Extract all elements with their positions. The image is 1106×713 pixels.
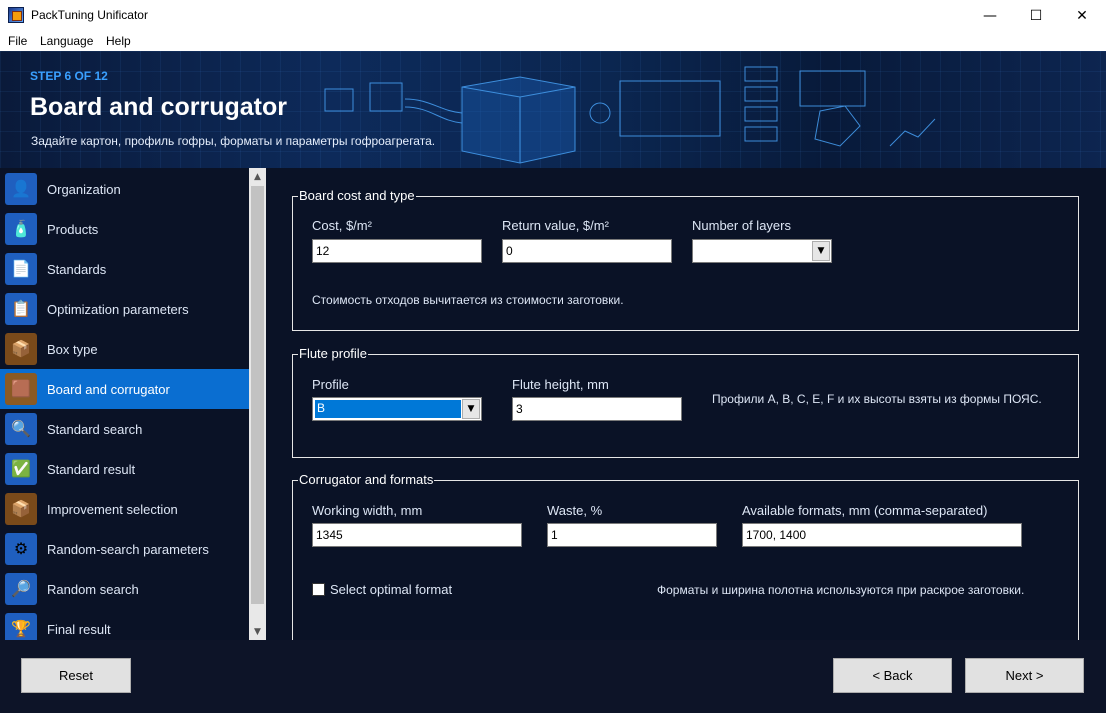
sidebar-item-label: Organization [47, 182, 121, 197]
waste-input[interactable]: 1 [547, 523, 717, 547]
sidebar-item-label: Standard result [47, 462, 136, 477]
profile-label: Profile [312, 377, 349, 392]
profile-select[interactable]: B ▼ [312, 397, 482, 421]
flute-height-input[interactable]: 3 [512, 397, 682, 421]
sidebar-item-products[interactable]: 🧴 Products [0, 209, 249, 249]
optimization-icon: 📋 [5, 293, 37, 325]
layers-select[interactable]: ▼ [692, 239, 832, 263]
menu-language[interactable]: Language [40, 34, 93, 48]
optimal-format-checkbox[interactable] [312, 583, 325, 596]
window-title: PackTuning Unificator [31, 8, 148, 22]
optimal-format-label[interactable]: Select optimal format [330, 582, 452, 597]
sidebar-item-label: Standard search [47, 422, 143, 437]
main-panel: Board cost and type Cost, $/m² 12 Return… [266, 168, 1106, 640]
board-icon: 🟫 [5, 373, 37, 405]
header-banner: STEP 6 OF 12 Board and corrugator Задайт… [0, 51, 1106, 168]
scroll-thumb[interactable] [251, 186, 264, 604]
working-width-input[interactable]: 1345 [312, 523, 522, 547]
sidebar-scrollbar[interactable]: ▲ ▼ [249, 168, 266, 640]
sidebar-item-standard-result[interactable]: ✅ Standard result [0, 449, 249, 489]
sidebar-item-label: Random-search parameters [47, 542, 209, 557]
sidebar-item-improvement[interactable]: 📦 Improvement selection [0, 489, 249, 529]
box-icon: 📦 [5, 333, 37, 365]
next-button[interactable]: Next > [965, 658, 1084, 693]
sidebar-item-label: Random search [47, 582, 139, 597]
back-button[interactable]: < Back [833, 658, 952, 693]
sidebar-item-final-result[interactable]: 🏆 Final result [0, 609, 249, 640]
working-width-label: Working width, mm [312, 503, 423, 518]
board-cost-note: Стоимость отходов вычитается из стоимост… [312, 293, 624, 307]
scroll-down-icon[interactable]: ▼ [249, 623, 266, 640]
flute-height-label: Flute height, mm [512, 377, 609, 392]
menu-file[interactable]: File [8, 34, 27, 48]
app-icon [8, 7, 24, 23]
return-value-input[interactable]: 0 [502, 239, 672, 263]
bottom-bar: Reset < Back Next > [0, 640, 1106, 713]
page-subtitle: Задайте картон, профиль гофры, форматы и… [31, 134, 436, 148]
flute-profile-group: Flute profile Profile B ▼ Flute height, … [292, 346, 1079, 458]
corrugator-note: Форматы и ширина полотна используются пр… [657, 583, 1025, 597]
layers-label: Number of layers [692, 218, 791, 233]
sidebar-item-label: Improvement selection [47, 502, 178, 517]
group-legend: Board cost and type [298, 188, 416, 203]
chevron-down-icon[interactable]: ▼ [812, 241, 830, 261]
maximize-button[interactable]: ☐ [1013, 0, 1059, 31]
close-button[interactable]: ✕ [1059, 0, 1105, 31]
board-cost-group: Board cost and type Cost, $/m² 12 Return… [292, 188, 1079, 331]
formats-input[interactable]: 1700, 1400 [742, 523, 1022, 547]
chevron-down-icon[interactable]: ▼ [462, 399, 480, 419]
sidebar-item-label: Products [47, 222, 99, 237]
improvement-icon: 📦 [5, 493, 37, 525]
products-icon: 🧴 [5, 213, 37, 245]
group-legend: Corrugator and formats [298, 472, 435, 487]
return-value-label: Return value, $/m² [502, 218, 609, 233]
corrugator-group: Corrugator and formats Working width, mm… [292, 472, 1079, 640]
sidebar-item-label: Final result [47, 622, 111, 637]
group-legend: Flute profile [298, 346, 368, 361]
sidebar-item-label: Standards [47, 262, 107, 277]
organization-icon: 👤 [5, 173, 37, 205]
step-indicator: STEP 6 OF 12 [30, 69, 108, 83]
menu-bar: File Language Help [0, 31, 1106, 51]
sidebar-item-standard-search[interactable]: 🔍 Standard search [0, 409, 249, 449]
trophy-icon: 🏆 [5, 613, 37, 640]
sidebar-item-optimization[interactable]: 📋 Optimization parameters [0, 289, 249, 329]
waste-label: Waste, % [547, 503, 603, 518]
menu-help[interactable]: Help [106, 34, 131, 48]
sidebar-item-box-type[interactable]: 📦 Box type [0, 329, 249, 369]
result-icon: ✅ [5, 453, 37, 485]
cost-input[interactable]: 12 [312, 239, 482, 263]
random-params-icon: ⚙ [5, 533, 37, 565]
search-icon: 🔍 [5, 413, 37, 445]
sidebar: 👤 Organization 🧴 Products 📄 Standards 📋 … [0, 168, 249, 640]
sidebar-item-label: Board and corrugator [47, 382, 170, 397]
formats-label: Available formats, mm (comma-separated) [742, 503, 988, 518]
minimize-button[interactable]: — [967, 0, 1013, 31]
cost-label: Cost, $/m² [312, 218, 372, 233]
sidebar-item-random-params[interactable]: ⚙ Random-search parameters [0, 529, 249, 569]
random-search-icon: 🔎 [5, 573, 37, 605]
flute-note: Профили A, B, C, E, F и их высоты взяты … [712, 392, 1042, 406]
title-bar: PackTuning Unificator — ☐ ✕ [0, 0, 1106, 31]
sidebar-item-organization[interactable]: 👤 Organization [0, 169, 249, 209]
sidebar-item-board[interactable]: 🟫 Board and corrugator [0, 369, 249, 409]
sidebar-item-random-search[interactable]: 🔎 Random search [0, 569, 249, 609]
sidebar-item-label: Optimization parameters [47, 302, 189, 317]
sidebar-item-standards[interactable]: 📄 Standards [0, 249, 249, 289]
standards-icon: 📄 [5, 253, 37, 285]
page-title: Board and corrugator [30, 93, 287, 121]
reset-button[interactable]: Reset [21, 658, 131, 693]
profile-selected-value: B [315, 400, 461, 418]
sidebar-item-label: Box type [47, 342, 98, 357]
scroll-up-icon[interactable]: ▲ [249, 168, 266, 185]
